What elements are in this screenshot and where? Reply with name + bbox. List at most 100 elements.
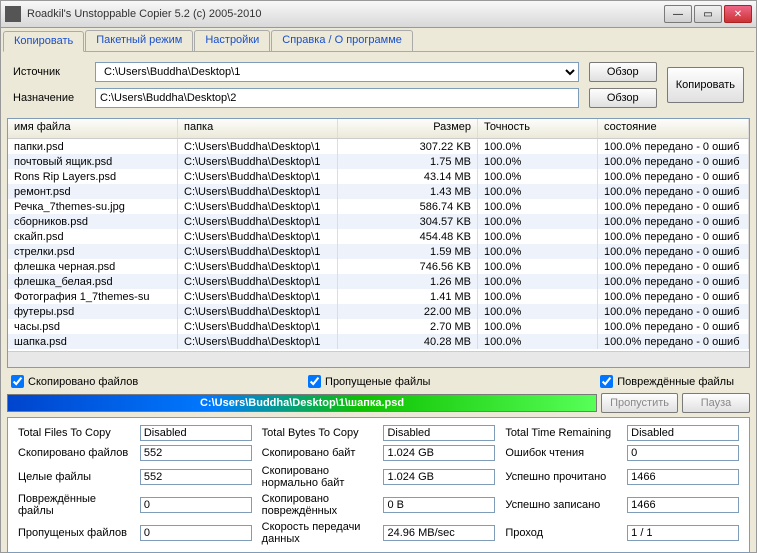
- cell-name: почтовый ящик.psd: [8, 154, 178, 169]
- check-skipped[interactable]: Пропущеные файлы: [308, 375, 430, 388]
- cell-name: скайп.psd: [8, 229, 178, 244]
- cell-folder: C:\Users\Buddha\Desktop\1: [178, 169, 338, 184]
- tab-settings[interactable]: Настройки: [194, 30, 270, 51]
- stat-value: 24.96 MB/sec: [383, 525, 495, 541]
- app-icon: [5, 6, 21, 22]
- window-title: Roadkil's Unstoppable Copier 5.2 (c) 200…: [27, 8, 664, 20]
- cell-accuracy: 100.0%: [478, 244, 598, 259]
- cell-accuracy: 100.0%: [478, 199, 598, 214]
- close-button[interactable]: ✕: [724, 5, 752, 23]
- cell-state: 100.0% передано - 0 ошиб: [598, 229, 749, 244]
- table-row[interactable]: папки.psdC:\Users\Buddha\Desktop\1307.22…: [8, 139, 749, 154]
- cell-folder: C:\Users\Buddha\Desktop\1: [178, 289, 338, 304]
- cell-folder: C:\Users\Buddha\Desktop\1: [178, 304, 338, 319]
- check-copied[interactable]: Скопировано файлов: [11, 375, 138, 388]
- cell-folder: C:\Users\Buddha\Desktop\1: [178, 214, 338, 229]
- cell-accuracy: 100.0%: [478, 139, 598, 154]
- stat-value: 0 B: [383, 497, 495, 513]
- table-row[interactable]: флешка черная.psdC:\Users\Buddha\Desktop…: [8, 259, 749, 274]
- table-row[interactable]: шапка.psdC:\Users\Buddha\Desktop\140.28 …: [8, 334, 749, 349]
- table-row[interactable]: флешка_белая.psdC:\Users\Buddha\Desktop\…: [8, 274, 749, 289]
- stat-label: Total Time Remaining: [501, 424, 621, 442]
- check-damaged-box[interactable]: [600, 375, 613, 388]
- cell-name: флешка черная.psd: [8, 259, 178, 274]
- table-row[interactable]: стрелки.psdC:\Users\Buddha\Desktop\11.59…: [8, 244, 749, 259]
- cell-accuracy: 100.0%: [478, 334, 598, 349]
- cell-state: 100.0% передано - 0 ошиб: [598, 289, 749, 304]
- stat-label: Скорость передачи данных: [258, 520, 378, 546]
- stat-label: Скопировано байт: [258, 444, 378, 462]
- cell-size: 454.48 KB: [338, 229, 478, 244]
- source-input[interactable]: C:\Users\Buddha\Desktop\1: [95, 62, 579, 82]
- cell-accuracy: 100.0%: [478, 229, 598, 244]
- check-damaged[interactable]: Повреждённые файлы: [600, 375, 734, 388]
- tab-copy[interactable]: Копировать: [3, 31, 84, 52]
- table-row[interactable]: часы.psdC:\Users\Buddha\Desktop\12.70 MB…: [8, 319, 749, 334]
- cell-folder: C:\Users\Buddha\Desktop\1: [178, 244, 338, 259]
- cell-state: 100.0% передано - 0 ошиб: [598, 274, 749, 289]
- col-accuracy[interactable]: Точность: [478, 119, 598, 138]
- cell-state: 100.0% передано - 0 ошиб: [598, 259, 749, 274]
- cell-name: флешка_белая.psd: [8, 274, 178, 289]
- cell-accuracy: 100.0%: [478, 274, 598, 289]
- skip-button[interactable]: Пропустить: [601, 393, 678, 413]
- table-row[interactable]: Фотография 1_7themes-suC:\Users\Buddha\D…: [8, 289, 749, 304]
- col-size[interactable]: Размер: [338, 119, 478, 138]
- stat-label: Total Files To Copy: [14, 424, 134, 442]
- minimize-button[interactable]: —: [664, 5, 692, 23]
- tab-about[interactable]: Справка / О программе: [271, 30, 413, 51]
- col-name[interactable]: имя файла: [8, 119, 178, 138]
- cell-size: 1.59 MB: [338, 244, 478, 259]
- col-folder[interactable]: папка: [178, 119, 338, 138]
- table-row[interactable]: скайп.psdC:\Users\Buddha\Desktop\1454.48…: [8, 229, 749, 244]
- list-header: имя файла папка Размер Точность состояни…: [8, 119, 749, 139]
- horizontal-scrollbar[interactable]: [8, 351, 749, 367]
- cell-name: часы.psd: [8, 319, 178, 334]
- cell-folder: C:\Users\Buddha\Desktop\1: [178, 154, 338, 169]
- dest-label: Назначение: [9, 86, 89, 110]
- col-state[interactable]: состояние: [598, 119, 749, 138]
- copy-button[interactable]: Копировать: [667, 67, 744, 103]
- browse-dest-button[interactable]: Обзор: [589, 88, 657, 108]
- cell-size: 22.00 MB: [338, 304, 478, 319]
- table-row[interactable]: сборников.psdC:\Users\Buddha\Desktop\130…: [8, 214, 749, 229]
- stat-label: Ошибок чтения: [501, 444, 621, 462]
- file-list: имя файла папка Размер Точность состояни…: [7, 118, 750, 368]
- stat-value: 1.024 GB: [383, 469, 495, 485]
- stat-label: Скопировано нормально байт: [258, 464, 378, 490]
- cell-state: 100.0% передано - 0 ошиб: [598, 319, 749, 334]
- cell-accuracy: 100.0%: [478, 259, 598, 274]
- dest-input[interactable]: [95, 88, 579, 108]
- cell-folder: C:\Users\Buddha\Desktop\1: [178, 229, 338, 244]
- pause-button[interactable]: Пауза: [682, 393, 750, 413]
- maximize-button[interactable]: ▭: [694, 5, 722, 23]
- stat-label: Проход: [501, 520, 621, 546]
- table-row[interactable]: футеры.psdC:\Users\Buddha\Desktop\122.00…: [8, 304, 749, 319]
- browse-source-button[interactable]: Обзор: [589, 62, 657, 82]
- stat-label: Скопировано повреждённых: [258, 492, 378, 518]
- stat-label: Повреждённые файлы: [14, 492, 134, 518]
- check-copied-box[interactable]: [11, 375, 24, 388]
- cell-name: Фотография 1_7themes-su: [8, 289, 178, 304]
- check-skipped-box[interactable]: [308, 375, 321, 388]
- progress-bar: C:\Users\Buddha\Desktop\1\шапка.psd: [7, 394, 597, 412]
- stat-value: 1466: [627, 497, 739, 513]
- cell-state: 100.0% передано - 0 ошиб: [598, 139, 749, 154]
- table-row[interactable]: почтовый ящик.psdC:\Users\Buddha\Desktop…: [8, 154, 749, 169]
- cell-name: футеры.psd: [8, 304, 178, 319]
- cell-accuracy: 100.0%: [478, 214, 598, 229]
- stat-value: Disabled: [627, 425, 739, 441]
- table-row[interactable]: Rons Rip Layers.psdC:\Users\Buddha\Deskt…: [8, 169, 749, 184]
- cell-size: 307.22 KB: [338, 139, 478, 154]
- source-label: Источник: [9, 60, 89, 84]
- cell-folder: C:\Users\Buddha\Desktop\1: [178, 334, 338, 349]
- stats-panel: Total Files To Copy Disabled Total Bytes …: [7, 417, 750, 553]
- stat-label: Успешно прочитано: [501, 464, 621, 490]
- stat-label: Total Bytes To Copy: [258, 424, 378, 442]
- stat-value: 0: [627, 445, 739, 461]
- table-row[interactable]: ремонт.psdC:\Users\Buddha\Desktop\11.43 …: [8, 184, 749, 199]
- tab-batch[interactable]: Пакетный режим: [85, 30, 193, 51]
- cell-state: 100.0% передано - 0 ошиб: [598, 304, 749, 319]
- table-row[interactable]: Речка_7themes-su.jpgC:\Users\Buddha\Desk…: [8, 199, 749, 214]
- stat-value: 0: [140, 525, 252, 541]
